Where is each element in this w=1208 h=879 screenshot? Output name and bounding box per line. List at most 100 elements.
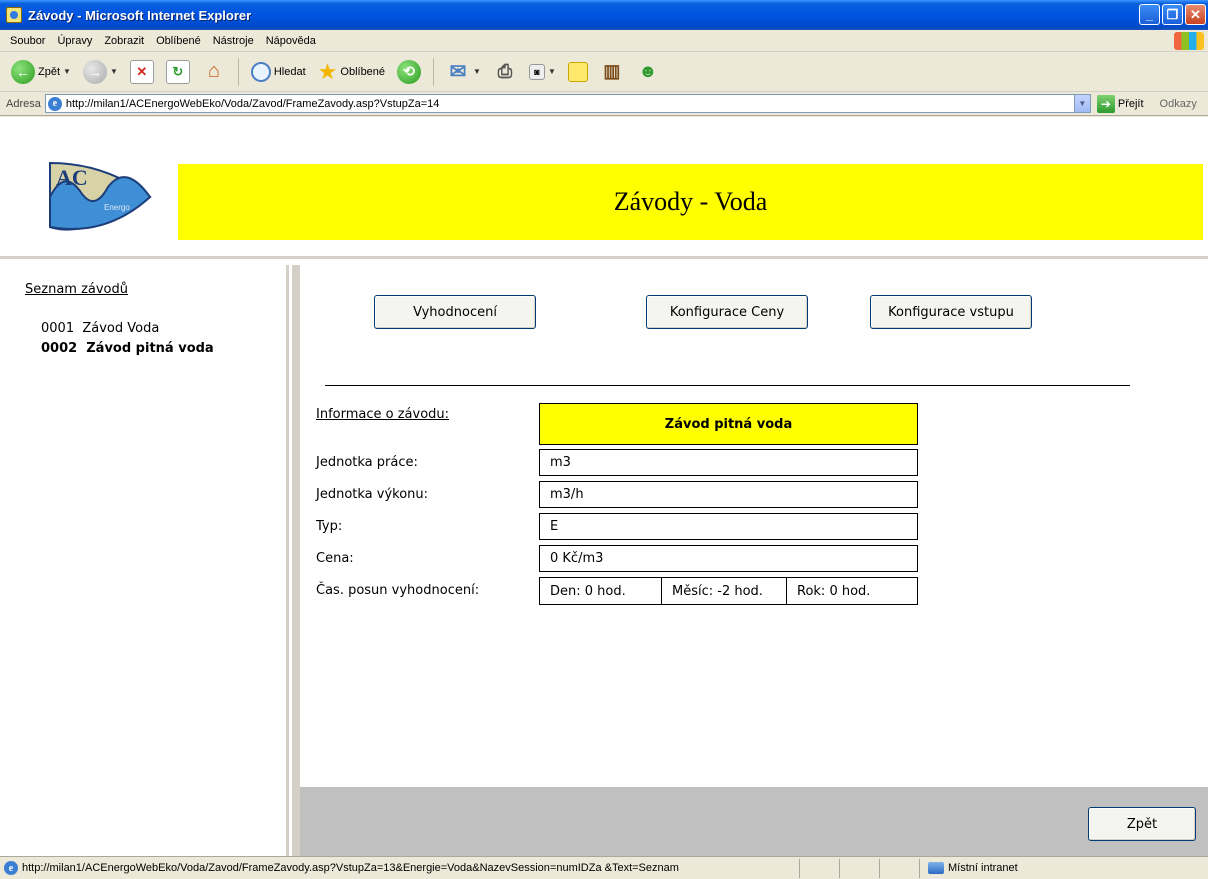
- plant-code: 0001: [41, 321, 75, 336]
- evaluation-button[interactable]: Vyhodnocení: [374, 295, 536, 329]
- logo-text: AC: [56, 165, 88, 190]
- time-shift-box: Den: 0 hod. Měsíc: -2 hod. Rok: 0 hod.: [539, 577, 918, 605]
- search-button[interactable]: Hledat: [248, 56, 309, 88]
- zone-label: Místní intranet: [948, 862, 1018, 874]
- note-icon: [567, 61, 588, 82]
- menu-edit[interactable]: Úpravy: [51, 35, 98, 47]
- browser-content: AC Energo Závody - Voda Seznam závodů 00…: [0, 117, 1208, 856]
- page-title: Závody - Voda: [613, 187, 768, 216]
- home-icon: ⌂: [207, 60, 220, 82]
- power-unit-value: m3/h: [539, 481, 918, 508]
- status-bar: e http://milan1/ACEnergoWebEko/Voda/Zavo…: [0, 856, 1208, 879]
- mail-dropdown-icon[interactable]: ▼: [473, 67, 481, 76]
- status-pane: [880, 858, 920, 878]
- print-button[interactable]: ⎙: [490, 56, 520, 88]
- back-nav-label: Zpět: [38, 65, 61, 78]
- search-icon: [250, 61, 271, 82]
- print-icon: ⎙: [497, 61, 513, 81]
- plant-list-frame: Seznam závodů 0001 Závod Voda 0002 Závod…: [0, 265, 289, 856]
- menu-tools[interactable]: Nástroje: [207, 35, 260, 47]
- page-icon: e: [47, 96, 62, 111]
- menu-favorites[interactable]: Oblíbené: [150, 35, 207, 47]
- favorites-star-icon: ★: [317, 58, 338, 84]
- edit-icon: ◙: [528, 63, 545, 80]
- ie-window-icon[interactable]: [6, 7, 22, 23]
- messenger-people-icon: ☻: [638, 61, 658, 81]
- toolbar: ← Zpět ▼ → ▼ ✕ ↻ ⌂ Hledat ★ Oblíbené ⟲ ✉…: [0, 52, 1208, 92]
- menu-view[interactable]: Zobrazit: [98, 35, 150, 47]
- research-button[interactable]: ▥: [597, 56, 627, 88]
- price-label: Cena:: [316, 551, 354, 566]
- plant-info-heading: Informace o závodu:: [316, 407, 450, 422]
- plant-name: Závod Voda: [82, 321, 160, 336]
- history-icon: ⟲: [397, 59, 422, 84]
- close-button[interactable]: ✕: [1185, 4, 1206, 25]
- go-label: Přejít: [1117, 97, 1144, 110]
- input-config-button[interactable]: Konfigurace vstupu: [870, 295, 1032, 329]
- menu-file[interactable]: Soubor: [4, 35, 51, 47]
- page-banner: Závody - Voda: [178, 164, 1203, 240]
- minimize-button[interactable]: _: [1139, 4, 1160, 25]
- history-button[interactable]: ⟲: [394, 56, 424, 88]
- edit-dropdown-icon[interactable]: ▼: [548, 67, 556, 76]
- favorites-label: Oblíbené: [340, 65, 386, 78]
- mail-button[interactable]: ✉ ▼: [443, 56, 484, 88]
- links-toolbar[interactable]: Odkazy: [1160, 98, 1197, 110]
- work-unit-label: Jednotka práce:: [316, 455, 418, 470]
- stop-icon: ✕: [129, 59, 154, 84]
- plant-code: 0002: [41, 341, 78, 356]
- mail-icon: ✉: [449, 61, 467, 83]
- type-value: E: [539, 513, 918, 540]
- refresh-button[interactable]: ↻: [163, 56, 193, 88]
- address-dropdown-icon[interactable]: ▼: [1073, 95, 1090, 112]
- refresh-icon: ↻: [165, 59, 190, 84]
- shift-year: Rok: 0 hod.: [786, 578, 917, 604]
- status-url: http://milan1/ACEnergoWebEko/Voda/Zavod/…: [22, 862, 679, 874]
- window-title-bar[interactable]: Závody - Microsoft Internet Explorer _ ❐…: [0, 0, 1208, 30]
- home-button[interactable]: ⌂: [199, 56, 229, 88]
- back-dropdown-icon[interactable]: ▼: [63, 67, 71, 76]
- menu-help[interactable]: Nápověda: [260, 35, 322, 47]
- address-url[interactable]: http://milan1/ACEnergoWebEko/Voda/Zavod/…: [66, 98, 440, 110]
- footer-bar: Zpět: [300, 787, 1208, 856]
- messenger-button[interactable]: ☻: [633, 56, 663, 88]
- toolbar-separator: [433, 57, 435, 86]
- favorites-button[interactable]: ★ Oblíbené: [315, 56, 388, 88]
- header-frame: AC Energo Závody - Voda: [0, 117, 1208, 259]
- address-bar: Adresa e http://milan1/ACEnergoWebEko/Vo…: [0, 92, 1208, 116]
- menu-bar: Soubor Úpravy Zobrazit Oblíbené Nástroje…: [0, 30, 1208, 52]
- forward-dropdown-icon[interactable]: ▼: [110, 67, 118, 76]
- windows-logo-icon: [1174, 32, 1204, 50]
- discuss-button[interactable]: [565, 56, 591, 88]
- forward-nav-button[interactable]: → ▼: [80, 56, 121, 88]
- shift-month: Měsíc: -2 hod.: [661, 578, 786, 604]
- go-arrow-icon: ➔: [1096, 94, 1115, 113]
- status-pane: [800, 858, 840, 878]
- plant-list-item[interactable]: 0001 Závod Voda: [41, 321, 159, 336]
- edit-button[interactable]: ◙ ▼: [526, 56, 559, 88]
- plant-name-box: Závod pitná voda: [539, 403, 918, 445]
- window-title: Závody - Microsoft Internet Explorer: [28, 7, 252, 23]
- address-input[interactable]: e http://milan1/ACEnergoWebEko/Voda/Zavo…: [44, 94, 1091, 113]
- price-value: 0 Kč/m3: [539, 545, 918, 572]
- ac-energo-logo: AC Energo: [49, 161, 152, 231]
- research-books-icon: ▥: [603, 61, 621, 81]
- power-unit-label: Jednotka výkonu:: [316, 487, 429, 502]
- forward-arrow-icon: →: [82, 59, 107, 84]
- shift-day: Den: 0 hod.: [550, 583, 626, 599]
- back-button[interactable]: Zpět: [1088, 807, 1196, 841]
- security-zone[interactable]: Místní intranet: [920, 862, 1180, 874]
- stop-button[interactable]: ✕: [127, 56, 157, 88]
- search-label: Hledat: [273, 65, 306, 78]
- back-nav-button[interactable]: ← Zpět ▼: [8, 56, 74, 88]
- work-unit-value: m3: [539, 449, 918, 476]
- window-controls: _ ❐ ✕: [1139, 4, 1206, 25]
- status-url-pane: e http://milan1/ACEnergoWebEko/Voda/Zavo…: [0, 858, 800, 878]
- plant-name: Závod pitná voda: [86, 341, 214, 356]
- go-button[interactable]: ➔ Přejít: [1096, 94, 1144, 113]
- plant-list-title[interactable]: Seznam závodů: [25, 282, 128, 297]
- price-config-button[interactable]: Konfigurace Ceny: [646, 295, 808, 329]
- type-label: Typ:: [316, 519, 343, 534]
- plant-list-item-selected[interactable]: 0002 Závod pitná voda: [41, 341, 214, 356]
- maximize-button[interactable]: ❐: [1162, 4, 1183, 25]
